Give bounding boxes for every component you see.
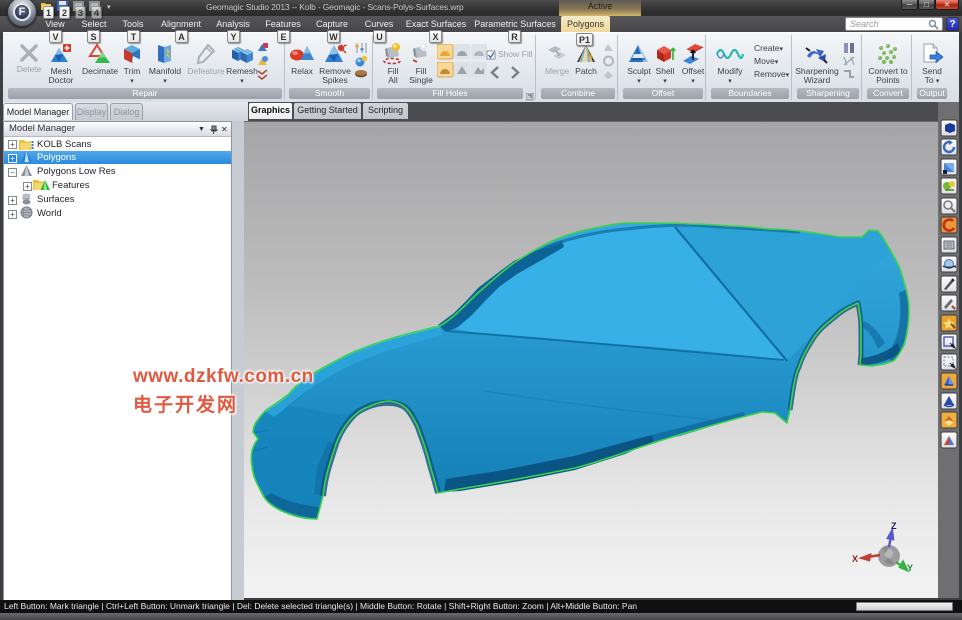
svg-text:Y: Y — [907, 563, 913, 573]
svg-text:Z: Z — [891, 521, 897, 531]
svg-text:X: X — [852, 554, 858, 564]
